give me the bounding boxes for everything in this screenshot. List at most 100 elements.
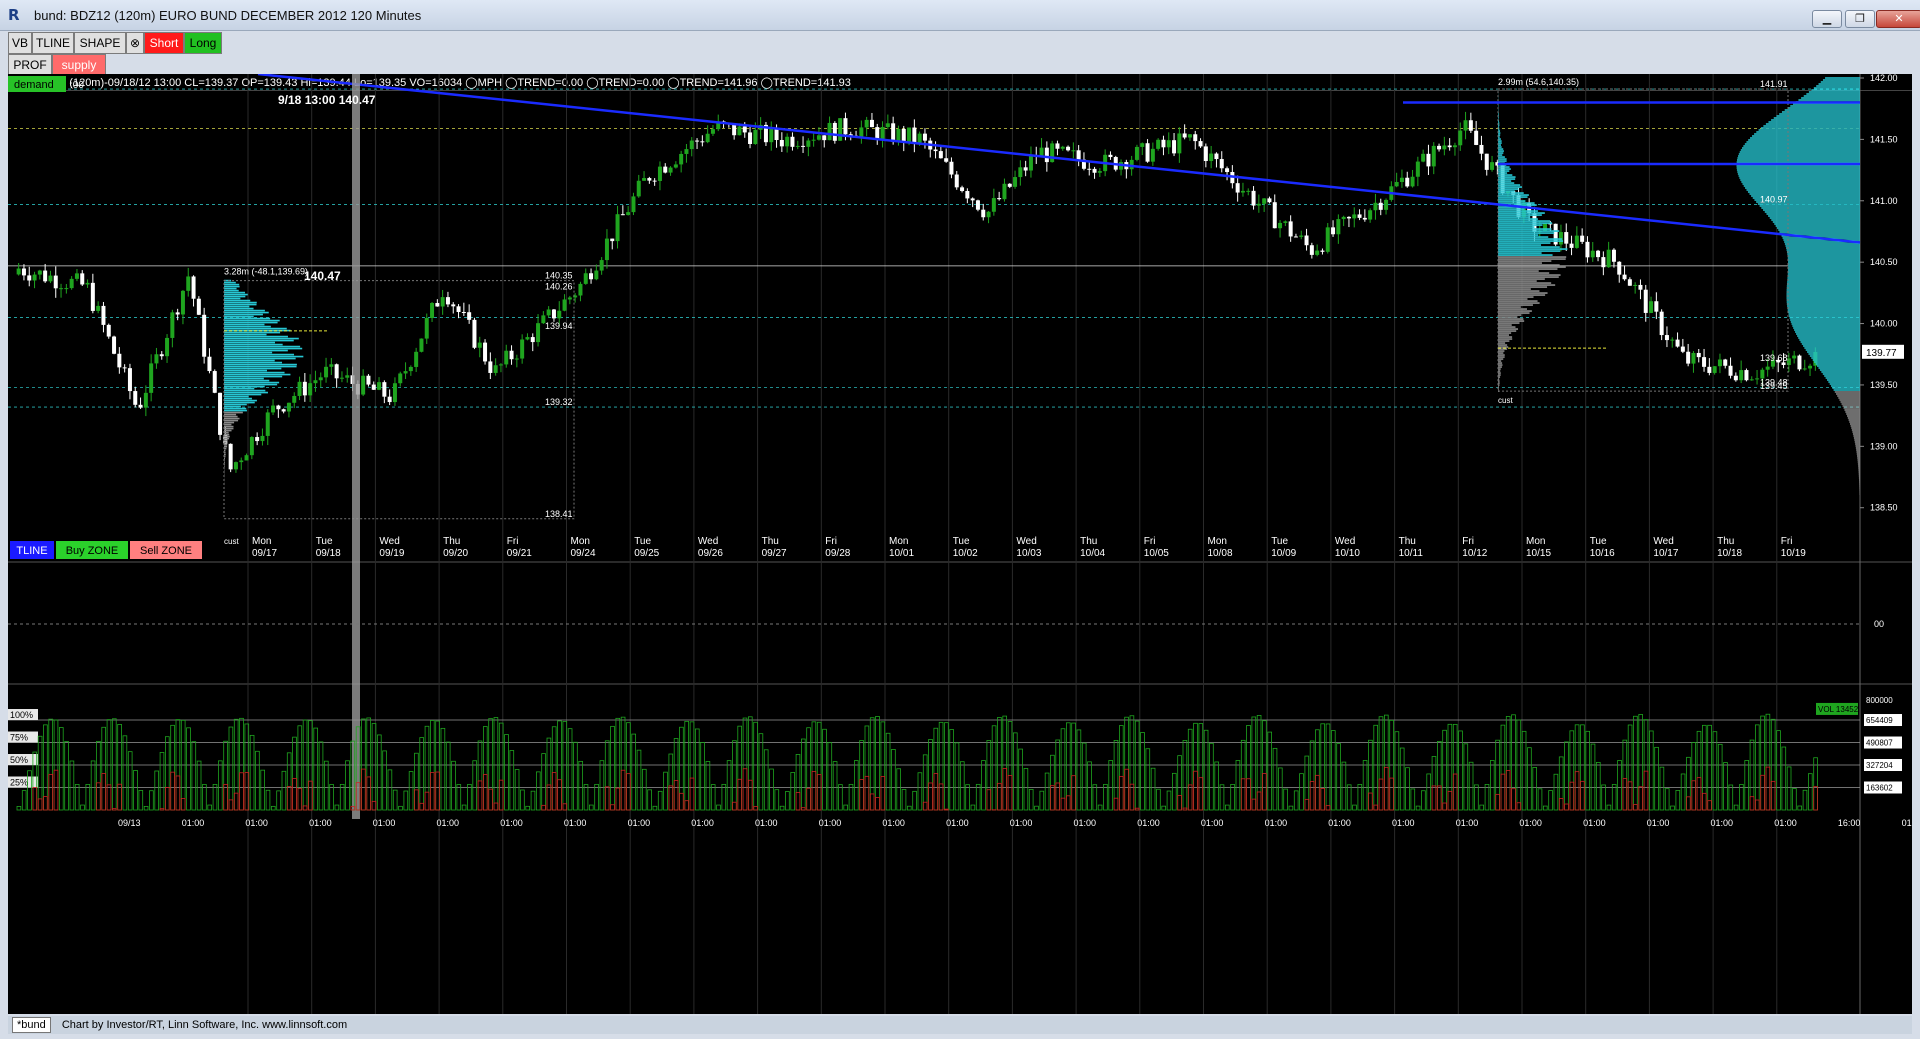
candle-body [382,382,387,397]
volume-bar [1278,767,1283,811]
toolbar-button-short[interactable]: Short [144,32,184,54]
candle-body [414,351,419,367]
volume-bar [864,725,870,811]
volume-bar [753,721,758,811]
volume-bar [684,720,689,811]
candle-body [859,127,864,137]
volume-bar [1733,804,1739,811]
volume-bar [43,724,48,811]
close-button[interactable]: ✕ [1876,10,1920,28]
toolbar-button-supply[interactable]: supply [52,54,106,76]
restore-button[interactable]: ❐ [1845,10,1875,28]
volume-bar [954,742,960,811]
title-bar[interactable]: R bund: BDZ12 (120m) EURO BUND DECEMBER … [0,0,1920,31]
candle-body [403,371,408,374]
volume-bar-down [1569,781,1575,811]
candle-body [1293,236,1298,238]
volume-bar-down [1315,774,1320,811]
time-axis-label: 01:00 [1328,818,1351,828]
candle-body [1219,159,1224,169]
volume-bar [1251,716,1257,811]
candle-body [1474,130,1479,145]
volume-bar-down [1240,778,1246,811]
minimize-button[interactable]: ▁ [1812,10,1842,28]
volume-bar [769,768,774,811]
candle-body [59,288,64,290]
toolbar-button-tline[interactable]: TLINE [32,32,74,54]
candle-body [1611,249,1616,262]
volume-pct-label: 25% [10,778,28,788]
volume-bar [270,805,276,811]
date-axis-day: Mon [571,536,590,547]
price-chart[interactable]: Mon09/17Tue09/18Wed09/19Thu09/20Fri09/21… [8,74,1912,1014]
candle-body [1421,153,1426,162]
candle-body [912,127,917,143]
date-axis-date: 10/18 [1717,548,1742,559]
profile2-cust-label: cust [1498,396,1513,405]
date-axis-date: 09/28 [825,548,850,559]
volume-bar [1691,742,1697,811]
date-axis-date: 10/03 [1016,548,1041,559]
volume-bar [69,760,75,811]
volume-bar-down [922,801,928,811]
volume-bar [1373,724,1379,811]
toolbar-button-vb[interactable]: VB [8,32,32,54]
volume-bar-down [1765,766,1771,811]
volume-bar [1225,804,1230,811]
candle-body [1410,176,1415,187]
candle-body [647,178,652,181]
candle-body [1288,221,1293,237]
volume-bar [1028,788,1034,811]
toolbar-button-long[interactable]: Long [184,32,222,54]
date-axis-date: 10/17 [1653,548,1678,559]
toolbar-button-prof[interactable]: PROF [8,54,52,76]
volume-bar [1511,714,1516,811]
candle-body [864,119,869,128]
candle-body [477,342,482,348]
volume-bar [228,726,234,811]
volume-bar-down [668,785,674,811]
volume-bar-down [170,771,175,811]
candle-body [631,196,636,213]
time-axis-label: 01:00 [500,818,523,828]
candle-body [1362,217,1367,220]
candle-body [445,297,450,305]
candle-body [1490,162,1495,170]
candle-body [1638,284,1643,290]
volume-bar [1336,743,1341,811]
volume-bar-down [732,801,737,811]
volume-bar [143,805,149,811]
candle-body [1304,235,1309,246]
date-axis-day: Thu [762,536,779,547]
candle-body [1601,257,1606,268]
toolbar-button-shape[interactable]: SHAPE [74,32,126,54]
volume-bar-down [429,772,435,811]
volume-bar [1723,762,1728,811]
volume-bar [345,760,350,811]
volume-bar [811,721,817,811]
volume-bar [1172,772,1177,811]
candle-body [1193,134,1198,142]
volume-bar [1633,715,1638,811]
candle-body [1320,250,1325,252]
volume-bar [1050,754,1055,811]
volume-bar [202,784,207,811]
date-axis-day: Tue [316,536,333,547]
candle-body [551,309,556,319]
candle-body [806,140,811,147]
volume-bar-down [1256,791,1262,811]
volume-bar [1611,784,1617,811]
toolbar-button-[interactable]: ⊗ [126,32,144,54]
volume-bar [848,783,854,811]
volume-bar [1813,757,1818,811]
volume-bar [398,805,403,811]
candle-body [21,268,26,276]
candle-body [456,306,461,313]
volume-bar [90,760,96,811]
restore-icon: ❐ [1855,12,1865,25]
candle-body [1018,167,1023,178]
cursor-label: 9/18 13:00 140.47 [278,93,376,107]
time-axis-label: 01:00 [1074,818,1097,828]
chart-tab[interactable]: *bund [12,1017,51,1033]
candle-body [1442,145,1447,150]
